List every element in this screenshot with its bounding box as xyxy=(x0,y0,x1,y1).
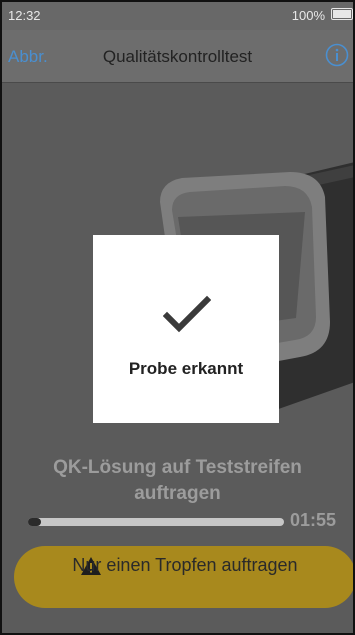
battery-percentage: 100% xyxy=(291,8,325,23)
warning-text: Nur einen Tropfen auftragen xyxy=(72,555,298,575)
warning-banner: Nur einen Tropfen auftragen xyxy=(14,546,355,608)
page-title: Qualitätskontrolltest xyxy=(102,47,253,66)
app-screen: 12:32 100% Abbr. Qualitätskontrolltest P… xyxy=(0,0,355,635)
status-time: 12:32 xyxy=(8,8,41,23)
status-bar: 12:32 100% xyxy=(0,0,355,30)
progress-bar xyxy=(28,518,284,526)
navigation-bar: Abbr. Qualitätskontrolltest xyxy=(0,30,355,83)
checkmark-icon xyxy=(163,295,211,333)
time-remaining: 01:55 xyxy=(290,510,337,530)
instruction-text: QK-Lösung auf Teststreifen auftragen xyxy=(53,457,302,504)
battery-icon xyxy=(331,8,353,20)
sample-detected-dialog: Probe erkannt xyxy=(93,235,279,423)
info-icon[interactable] xyxy=(325,43,349,67)
progress-fill xyxy=(28,518,41,526)
sample-detected-label: Probe erkannt xyxy=(128,359,244,378)
